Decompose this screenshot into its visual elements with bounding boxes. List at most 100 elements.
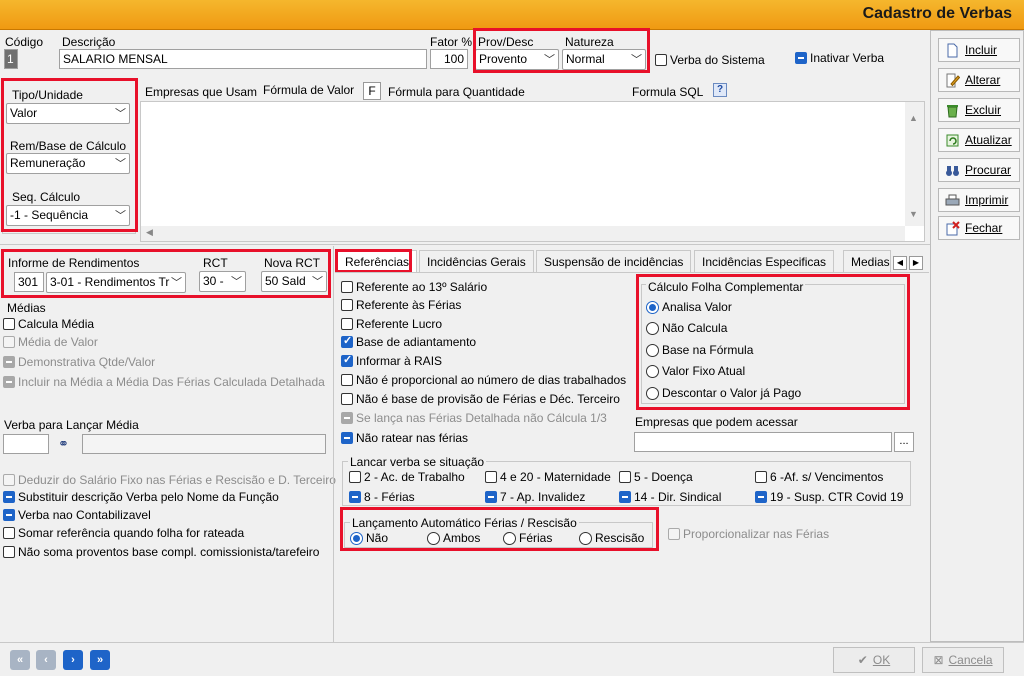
media-valor-label: Média de Valor <box>18 335 98 349</box>
checkbox-box <box>341 281 353 293</box>
imprimir-button[interactable]: Imprimir <box>938 188 1020 212</box>
atualizar-button[interactable]: Atualizar <box>938 128 1020 152</box>
tab-medias[interactable]: Medias <box>843 250 891 272</box>
tab-formula-sql[interactable]: Formula SQL <box>632 85 703 99</box>
se-lanca-ferias-checkbox: Se lança nas Férias Detalhada não Cálcul… <box>341 411 607 425</box>
sit-dir-sindical-checkbox[interactable]: 14 - Dir. Sindical <box>619 490 721 504</box>
sit-af-vencimentos-label: 6 -Af. s/ Vencimentos <box>770 470 884 484</box>
incluir-button[interactable]: Incluir <box>938 38 1020 62</box>
checkbox-box <box>668 528 680 540</box>
verba-sistema-checkbox[interactable]: Verba do Sistema <box>655 53 765 67</box>
footer-divider <box>0 642 1024 643</box>
sit-ap-invalidez-checkbox[interactable]: 7 - Ap. Invalidez <box>485 490 585 504</box>
empresas-acessar-button[interactable]: ... <box>894 432 914 452</box>
binoculars-icon[interactable]: ⚭ <box>58 436 69 452</box>
fechar-button[interactable]: Fechar <box>938 216 1020 240</box>
help-icon[interactable]: ? <box>713 83 727 97</box>
fator-label: Fator % <box>430 35 473 49</box>
tab-incidencias-especificas[interactable]: Incidências Especificas <box>694 250 835 272</box>
empresas-acessar-input[interactable] <box>634 432 892 452</box>
next-record-icon[interactable]: › <box>63 650 83 670</box>
formula-f-button[interactable]: F <box>363 82 381 100</box>
sit-doenca-checkbox[interactable]: 5 - Doença <box>619 470 693 484</box>
formula-editor[interactable] <box>140 101 925 242</box>
codigo-input[interactable]: 1 <box>4 49 18 69</box>
previous-record-icon[interactable]: ‹ <box>36 650 56 670</box>
checkbox-box <box>341 299 353 311</box>
nao-soma-proventos-checkbox[interactable]: Não soma proventos base compl. comission… <box>3 545 319 559</box>
checkbox-box <box>619 471 631 483</box>
inativar-label: Inativar Verba <box>810 51 885 65</box>
substituir-descricao-label: Substituir descrição Verba pelo Nome da … <box>18 490 279 504</box>
last-record-icon[interactable]: » <box>90 650 110 670</box>
cancela-button[interactable]: ⊠ Cancela <box>922 647 1004 673</box>
base-adiantamento-checkbox[interactable]: Base de adiantamento <box>341 334 477 349</box>
tab-formula-quantidade[interactable]: Fórmula para Quantidade <box>388 85 525 99</box>
informar-rais-checkbox[interactable]: Informar à RAIS <box>341 353 442 368</box>
tab-formula-valor[interactable]: Fórmula de Valor <box>263 83 354 97</box>
nao-base-provisao-checkbox[interactable]: Não é base de provisão de Férias e Déc. … <box>341 392 620 406</box>
checkbox-box <box>3 356 15 368</box>
scroll-left-icon[interactable]: ◀ <box>146 227 153 238</box>
calcula-media-checkbox[interactable]: Calcula Média <box>3 317 94 331</box>
checkbox-box <box>341 334 353 348</box>
ref-ferias-checkbox[interactable]: Referente às Férias <box>341 298 461 312</box>
title-bar: Cadastro de Verbas <box>0 0 1024 30</box>
checkbox-box <box>795 52 807 64</box>
nao-proporcional-label: Não é proporcional ao número de dias tra… <box>356 373 627 387</box>
cancel-icon: ⊠ <box>933 653 944 667</box>
tab-scroll-right-icon[interactable]: ▶ <box>909 256 923 270</box>
tab-scroll-left-icon[interactable]: ◀ <box>893 256 907 270</box>
ref-13-checkbox[interactable]: Referente ao 13º Salário <box>341 280 487 294</box>
tab-empresas-usam[interactable]: Empresas que Usam <box>145 85 257 99</box>
excluir-label: Excluir <box>965 103 1002 117</box>
ref-lucro-checkbox[interactable]: Referente Lucro <box>341 317 442 331</box>
deduzir-salario-label: Deduzir do Salário Fixo nas Férias e Res… <box>18 473 336 487</box>
checkbox-box <box>341 412 353 424</box>
incluir-media-ferias-checkbox: Incluir na Média a Média Das Férias Calc… <box>3 375 325 389</box>
checkbox-box <box>485 491 497 503</box>
somar-referencia-label: Somar referência quando folha for ratead… <box>18 526 245 540</box>
inativar-checkbox[interactable]: Inativar Verba <box>795 51 884 65</box>
codigo-label: Código <box>5 35 44 49</box>
nao-ratear-ferias-label: Não ratear nas férias <box>356 431 469 445</box>
sit-af-vencimentos-checkbox[interactable]: 6 -Af. s/ Vencimentos <box>755 470 883 484</box>
sit-maternidade-checkbox[interactable]: 4 e 20 - Maternidade <box>485 470 611 484</box>
checkbox-box <box>3 509 15 521</box>
descricao-input[interactable]: SALARIO MENSAL <box>59 49 427 69</box>
recycle-bin-icon <box>947 104 958 117</box>
sit-ac-trabalho-checkbox[interactable]: 2 - Ac. de Trabalho <box>349 470 465 484</box>
sit-dir-sindical-label: 14 - Dir. Sindical <box>634 490 722 504</box>
nao-soma-proventos-label: Não soma proventos base compl. comission… <box>18 545 320 559</box>
imprimir-label: Imprimir <box>965 193 1009 207</box>
checkbox-box <box>349 471 361 483</box>
fator-input[interactable]: 100 <box>430 49 468 69</box>
scroll-up-icon[interactable]: ▲ <box>909 113 918 123</box>
nao-proporcional-checkbox[interactable]: Não é proporcional ao número de dias tra… <box>341 373 626 387</box>
procurar-button[interactable]: Procurar <box>938 158 1020 182</box>
tab-suspensao[interactable]: Suspensão de incidências <box>536 250 692 272</box>
alterar-label: Alterar <box>965 73 1001 87</box>
substituir-descricao-checkbox[interactable]: Substituir descrição Verba pelo Nome da … <box>3 490 279 504</box>
somar-referencia-checkbox[interactable]: Somar referência quando folha for ratead… <box>3 526 244 540</box>
ok-button[interactable]: ✔ OK <box>833 647 915 673</box>
calcula-media-label: Calcula Média <box>18 317 95 331</box>
fechar-label: Fechar <box>965 221 1003 235</box>
ref-lucro-label: Referente Lucro <box>356 317 443 331</box>
verba-lancar-input[interactable] <box>3 434 49 454</box>
sit-covid-checkbox[interactable]: 19 - Susp. CTR Covid 19 <box>755 490 903 504</box>
formula-hscrollbar[interactable] <box>141 226 905 241</box>
nao-ratear-ferias-checkbox[interactable]: Não ratear nas férias <box>341 431 468 445</box>
excluir-button[interactable]: Excluir <box>938 98 1020 122</box>
verba-lancar-label: Verba para Lançar Média <box>4 418 139 432</box>
tab-incidencias-gerais[interactable]: Incidências Gerais <box>419 250 534 272</box>
scroll-down-icon[interactable]: ▼ <box>909 209 918 219</box>
base-adiantamento-label: Base de adiantamento <box>356 335 477 349</box>
nao-contabilizavel-checkbox[interactable]: Verba nao Contabilizavel <box>3 508 151 522</box>
first-record-icon[interactable]: « <box>10 650 30 670</box>
highlight-calculo-folha <box>636 274 910 410</box>
checkbox-box <box>3 546 15 558</box>
sit-ferias-checkbox[interactable]: 8 - Férias <box>349 490 415 504</box>
alterar-button[interactable]: Alterar <box>938 68 1020 92</box>
checkbox-box <box>3 474 15 486</box>
